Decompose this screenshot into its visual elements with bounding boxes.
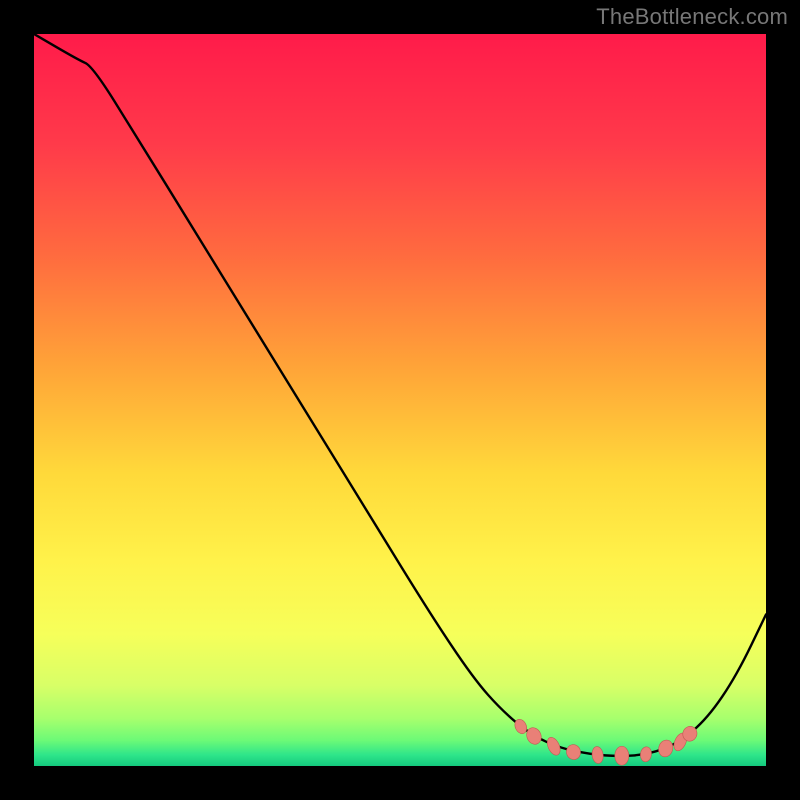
attribution-label: TheBottleneck.com: [596, 4, 788, 30]
plot-area: [34, 34, 766, 766]
curve-marker: [615, 746, 629, 765]
chart-svg: [34, 34, 766, 766]
heat-rect: [34, 34, 766, 766]
chart-frame: TheBottleneck.com: [0, 0, 800, 800]
